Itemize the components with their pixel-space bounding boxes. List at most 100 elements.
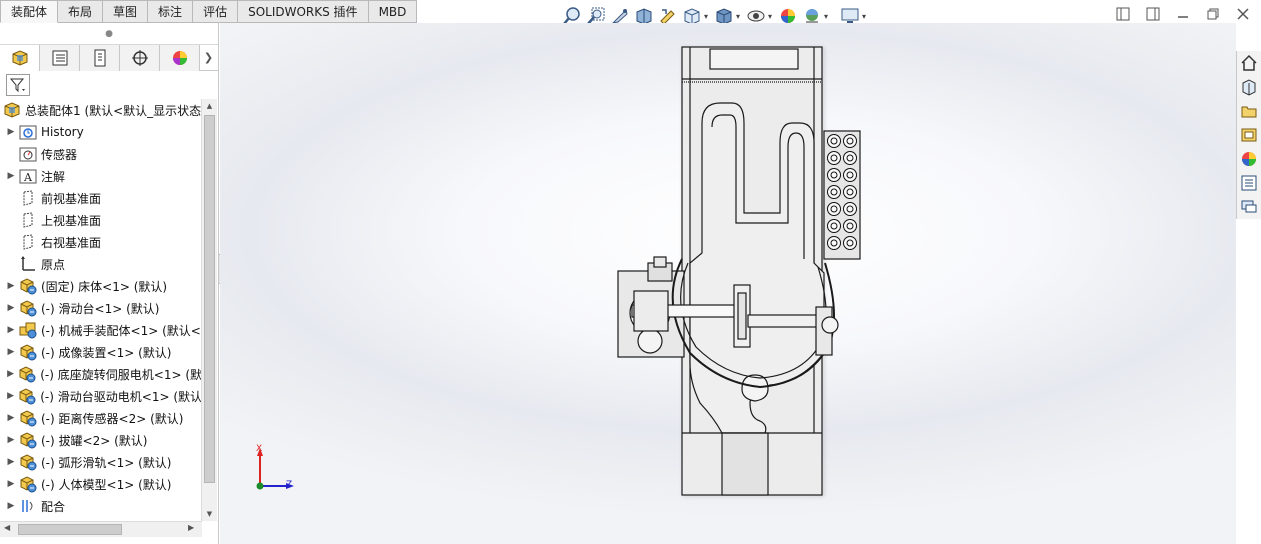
cup-element-inner (846, 137, 854, 145)
display-manager-icon[interactable] (160, 45, 200, 71)
chevron-right-icon[interactable]: ❯ (200, 45, 217, 70)
tree-item-label: (-) 拔罐<2> (默认) (41, 433, 148, 448)
dimxpert-icon[interactable] (120, 45, 160, 71)
panel-tabs: ❯ (0, 45, 218, 71)
tree-root[interactable]: 总装配体1 (默认<默认_显示状态 (0, 99, 219, 121)
tree-item[interactable]: ▶ (-) 底座旋转伺服电机<1> (默 (0, 363, 202, 385)
scroll-thumb-horizontal[interactable] (18, 524, 122, 535)
expand-arrow-icon[interactable]: ▶ (4, 297, 18, 319)
tree-item[interactable]: ▶ (固定) 床体<1> (默认) (0, 275, 202, 297)
cup-element-inner (830, 137, 838, 145)
expand-arrow-icon[interactable]: ▶ (4, 275, 18, 297)
tree-item-label: (-) 机械手装配体<1> (默认< (41, 323, 201, 338)
appearances-icon[interactable] (1237, 147, 1261, 171)
tree-item[interactable]: ▶ A 注解 (0, 165, 202, 187)
featuremanager-icon[interactable] (0, 45, 40, 71)
chevron-down-icon[interactable]: ▾ (704, 12, 712, 21)
chevron-down-icon[interactable]: ▾ (824, 12, 832, 21)
cup-element-inner (830, 205, 838, 213)
panel-left-icon[interactable] (1115, 6, 1131, 22)
tree-item[interactable]: 传感器 (0, 143, 202, 165)
scroll-up-icon[interactable]: ▲ (202, 99, 217, 113)
tree-item[interactable]: ▶ (-) 滑动台<1> (默认) (0, 297, 202, 319)
expand-arrow-icon[interactable]: ▶ (4, 121, 18, 143)
tree-item-label: 右视基准面 (41, 235, 102, 250)
tab-solidworks-addins[interactable]: SOLIDWORKS 插件 (238, 0, 369, 23)
part-icon (18, 409, 38, 427)
close-icon[interactable] (1235, 6, 1251, 22)
restore-icon[interactable] (1205, 6, 1221, 22)
scroll-down-icon[interactable]: ▼ (202, 507, 217, 521)
tree-vertical-scrollbar[interactable]: ▲ ▼ (201, 99, 217, 521)
expand-arrow-icon[interactable]: ▶ (4, 407, 18, 429)
expand-arrow-icon[interactable]: ▶ (4, 165, 18, 187)
tab-assembly[interactable]: 装配体 (0, 0, 59, 23)
home-icon[interactable] (1237, 51, 1261, 75)
scroll-thumb[interactable] (204, 115, 215, 483)
cup-element-inner (846, 205, 854, 213)
subassembly-icon (18, 321, 38, 339)
tree-item[interactable]: 上视基准面 (0, 209, 202, 231)
tree-item-label: (-) 滑动台<1> (默认) (41, 301, 160, 316)
tree-horizontal-scrollbar[interactable]: ◀ ▶ (0, 521, 202, 537)
chevron-down-icon[interactable]: ▾ (736, 12, 744, 21)
tree-item[interactable]: ▶ (-) 人体模型<1> (默认) (0, 473, 202, 495)
tree-item-label: 原点 (41, 257, 66, 272)
tab-mbd[interactable]: MBD (368, 0, 418, 23)
expand-arrow-icon[interactable]: ▶ (4, 385, 17, 407)
tree-item[interactable]: ▶ (-) 成像装置<1> (默认) (0, 341, 202, 363)
tree-root-label: 总装配体1 (默认<默认_显示状态 (25, 103, 202, 118)
annotations-icon: A (18, 167, 38, 185)
file-explorer-icon[interactable] (1237, 99, 1261, 123)
expand-arrow-icon[interactable]: ▶ (4, 451, 18, 473)
tree-item[interactable]: ▶ (-) 机械手装配体<1> (默认< (0, 319, 202, 341)
tree-item-label: (-) 成像装置<1> (默认) (41, 345, 172, 360)
tree-item[interactable]: ▶ History (0, 121, 202, 143)
filter-icon[interactable] (6, 74, 30, 96)
chevron-down-icon[interactable]: ▾ (768, 12, 776, 21)
panel-grip[interactable]: ● (0, 23, 218, 45)
part-icon (18, 475, 38, 493)
tree-item[interactable]: 右视基准面 (0, 231, 202, 253)
cup-element-inner (830, 239, 838, 247)
scroll-left-icon[interactable]: ◀ (4, 523, 10, 532)
propertymanager-icon[interactable] (40, 45, 80, 71)
scroll-right-icon[interactable]: ▶ (188, 523, 194, 532)
tree-item[interactable]: ▶ 配合 (0, 495, 202, 517)
forum-icon[interactable] (1237, 195, 1261, 219)
part-icon (17, 387, 37, 405)
expand-arrow-icon[interactable]: ▶ (4, 473, 18, 495)
tab-evaluate[interactable]: 评估 (193, 0, 239, 23)
expand-arrow-icon[interactable]: ▶ (4, 341, 18, 363)
origin-icon (18, 255, 38, 273)
design-library-icon[interactable] (1237, 75, 1261, 99)
expand-arrow-icon[interactable]: ▶ (4, 319, 18, 341)
expand-arrow-icon[interactable]: ▶ (4, 495, 18, 517)
minimize-icon[interactable] (1175, 6, 1191, 22)
chevron-down-icon[interactable]: ▾ (862, 12, 870, 21)
view-palette-icon[interactable] (1237, 123, 1261, 147)
cup-element-inner (846, 239, 854, 247)
graphics-area[interactable]: X Z (220, 23, 1236, 544)
custom-properties-icon[interactable] (1237, 171, 1261, 195)
tree-item[interactable]: ▶ (-) 滑动台驱动电机<1> (默认 (0, 385, 202, 407)
triad-x-label: X (256, 444, 263, 454)
assembly-model[interactable] (220, 23, 1236, 544)
tab-sketch[interactable]: 草图 (103, 0, 149, 23)
tree-item[interactable]: 原点 (0, 253, 202, 275)
tree-item[interactable]: ▶ (-) 距离传感器<2> (默认) (0, 407, 202, 429)
panel-right-icon[interactable] (1145, 6, 1161, 22)
expand-arrow-icon[interactable]: ▶ (4, 363, 17, 385)
tree-item-label: (-) 人体模型<1> (默认) (41, 477, 172, 492)
tree-item[interactable]: ▶ (-) 弧形滑轨<1> (默认) (0, 451, 202, 473)
plane-icon (18, 233, 38, 251)
plane-icon (18, 211, 38, 229)
tree-item[interactable]: 前视基准面 (0, 187, 202, 209)
tab-markup[interactable]: 标注 (148, 0, 194, 23)
cup-element-inner (846, 154, 854, 162)
tree-item[interactable]: ▶ (-) 拔罐<2> (默认) (0, 429, 202, 451)
tab-layout[interactable]: 布局 (58, 0, 104, 23)
expand-arrow-icon[interactable]: ▶ (4, 429, 18, 451)
configurationmanager-icon[interactable] (80, 45, 120, 71)
